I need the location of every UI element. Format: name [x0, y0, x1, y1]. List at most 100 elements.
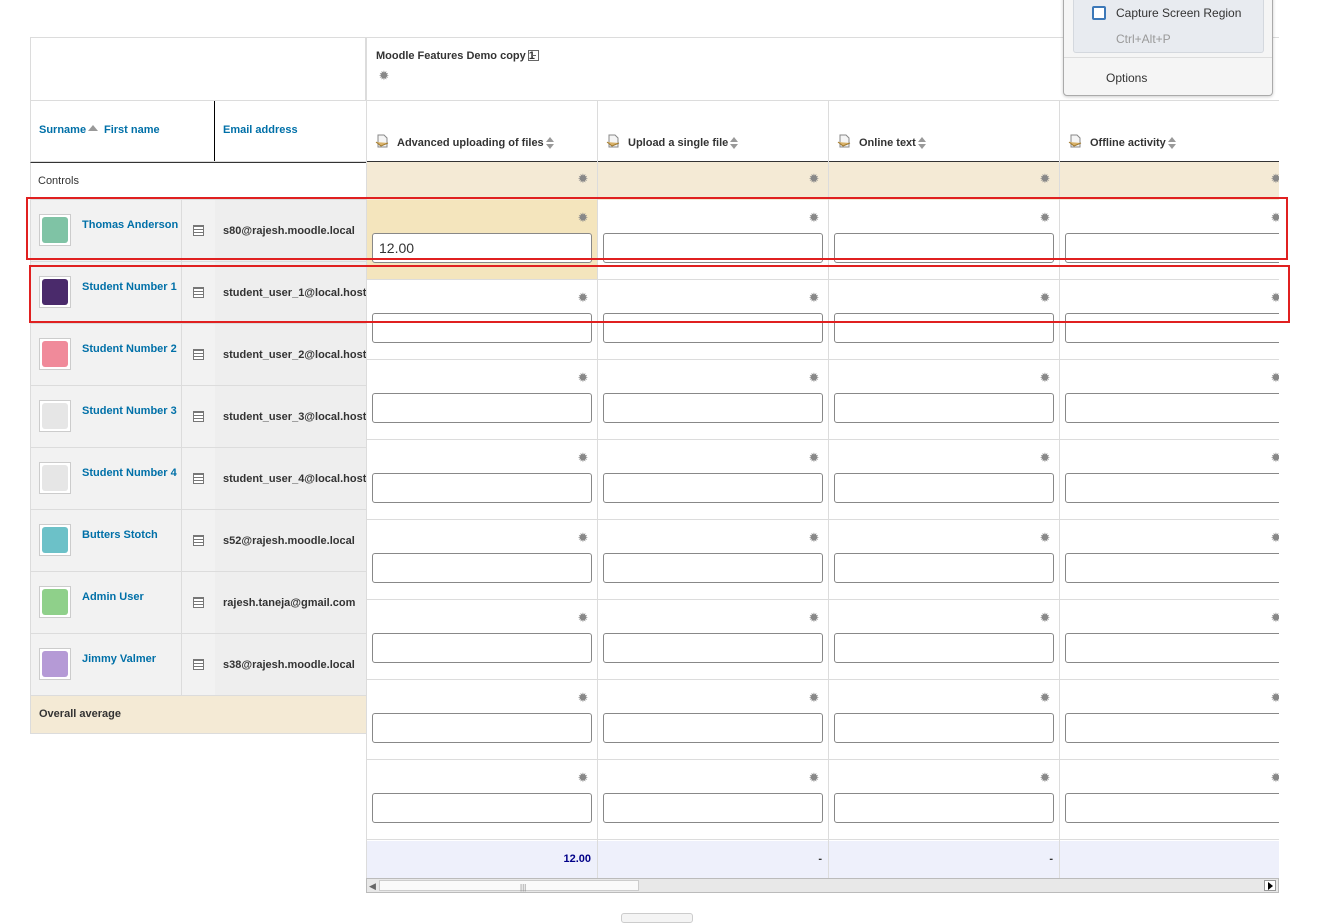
- gear-icon[interactable]: ✹: [808, 211, 820, 224]
- grade-input[interactable]: [834, 633, 1054, 663]
- gear-icon[interactable]: ✹: [808, 691, 820, 704]
- gear-icon[interactable]: ✹: [1270, 691, 1279, 704]
- grade-input[interactable]: [834, 553, 1054, 583]
- user-name-link[interactable]: Thomas Anderson: [82, 219, 178, 231]
- avatar[interactable]: [39, 524, 71, 556]
- gear-icon[interactable]: ✹: [1270, 771, 1279, 784]
- grade-input[interactable]: [1065, 713, 1279, 743]
- gear-icon[interactable]: ✹: [808, 531, 820, 544]
- scrollbar-thumb[interactable]: |||: [379, 880, 639, 892]
- gear-icon[interactable]: ✹: [577, 291, 589, 304]
- grade-input[interactable]: [603, 313, 823, 343]
- grade-input[interactable]: [834, 233, 1054, 263]
- gear-icon[interactable]: ✹: [808, 611, 820, 624]
- grade-input[interactable]: [372, 633, 592, 663]
- grade-input[interactable]: [834, 393, 1054, 423]
- gear-icon[interactable]: ✹: [577, 172, 589, 185]
- gear-icon[interactable]: ✹: [1039, 451, 1051, 464]
- gear-icon[interactable]: ✹: [577, 691, 589, 704]
- column-header-label[interactable]: Advanced uploading of files: [397, 137, 555, 150]
- grade-input[interactable]: [372, 233, 592, 263]
- grade-input[interactable]: [603, 633, 823, 663]
- avatar[interactable]: [39, 648, 71, 680]
- user-report-icon[interactable]: [193, 287, 204, 298]
- horizontal-scrollbar[interactable]: ◀ |||: [366, 878, 1279, 893]
- gear-icon[interactable]: ✹: [577, 211, 589, 224]
- grade-input[interactable]: [834, 713, 1054, 743]
- bottom-button[interactable]: [621, 913, 693, 923]
- grade-input[interactable]: [372, 313, 592, 343]
- user-name-link[interactable]: Jimmy Valmer: [82, 653, 156, 665]
- grade-input[interactable]: [1065, 313, 1279, 343]
- gear-icon[interactable]: ✹: [1270, 291, 1279, 304]
- column-header-label[interactable]: Offline activity: [1090, 137, 1177, 150]
- sort-icon[interactable]: [917, 137, 927, 150]
- grade-input[interactable]: [603, 393, 823, 423]
- gear-icon[interactable]: ✹: [378, 69, 390, 82]
- grade-input[interactable]: [372, 793, 592, 823]
- sort-surname-link[interactable]: Surname: [39, 124, 86, 136]
- user-name-link[interactable]: Butters Stotch: [82, 529, 158, 541]
- grade-input[interactable]: [834, 313, 1054, 343]
- gear-icon[interactable]: ✹: [1039, 771, 1051, 784]
- grade-input[interactable]: [603, 793, 823, 823]
- grade-input[interactable]: [372, 473, 592, 503]
- column-header-label[interactable]: Online text: [859, 137, 927, 150]
- gear-icon[interactable]: ✹: [1270, 531, 1279, 544]
- gear-icon[interactable]: ✹: [577, 531, 589, 544]
- sort-email-link[interactable]: Email address: [223, 124, 298, 136]
- gear-icon[interactable]: ✹: [1039, 531, 1051, 544]
- gear-icon[interactable]: ✹: [577, 371, 589, 384]
- gear-icon[interactable]: ✹: [808, 451, 820, 464]
- grade-input[interactable]: [834, 793, 1054, 823]
- gear-icon[interactable]: ✹: [1039, 291, 1051, 304]
- sort-icon[interactable]: [545, 137, 555, 150]
- gear-icon[interactable]: ✹: [808, 291, 820, 304]
- sort-icon[interactable]: [1167, 137, 1177, 150]
- avatar[interactable]: [39, 400, 71, 432]
- gear-icon[interactable]: ✹: [808, 172, 820, 185]
- user-name-link[interactable]: Student Number 4: [82, 467, 177, 479]
- gear-icon[interactable]: ✹: [808, 771, 820, 784]
- gear-icon[interactable]: ✹: [1270, 371, 1279, 384]
- gear-icon[interactable]: ✹: [808, 371, 820, 384]
- grade-input[interactable]: [372, 713, 592, 743]
- user-report-icon[interactable]: [193, 597, 204, 608]
- gear-icon[interactable]: ✹: [577, 611, 589, 624]
- gear-icon[interactable]: ✹: [1039, 172, 1051, 185]
- gear-icon[interactable]: ✹: [1039, 211, 1051, 224]
- avatar[interactable]: [39, 214, 71, 246]
- user-report-icon[interactable]: [193, 411, 204, 422]
- grade-input[interactable]: [603, 473, 823, 503]
- avatar[interactable]: [39, 462, 71, 494]
- avatar[interactable]: [39, 276, 71, 308]
- gear-icon[interactable]: ✹: [1039, 371, 1051, 384]
- scroll-right-icon[interactable]: [1264, 880, 1276, 891]
- gear-icon[interactable]: ✹: [1270, 211, 1279, 224]
- gear-icon[interactable]: ✹: [1270, 611, 1279, 624]
- checkbox-icon[interactable]: [1092, 6, 1106, 20]
- user-report-icon[interactable]: [193, 473, 204, 484]
- user-name-link[interactable]: Student Number 1: [82, 281, 177, 293]
- user-name-link[interactable]: Admin User: [82, 591, 144, 603]
- gear-icon[interactable]: ✹: [1270, 172, 1279, 185]
- options-menu-item[interactable]: Options: [1106, 71, 1147, 85]
- avatar[interactable]: [39, 338, 71, 370]
- grade-input[interactable]: [603, 233, 823, 263]
- sort-firstname-link[interactable]: First name: [104, 124, 160, 136]
- grade-input[interactable]: [1065, 553, 1279, 583]
- gear-icon[interactable]: ✹: [577, 451, 589, 464]
- grade-input[interactable]: [1065, 793, 1279, 823]
- sort-icon[interactable]: [730, 137, 739, 150]
- user-name-link[interactable]: Student Number 2: [82, 343, 177, 355]
- user-report-icon[interactable]: [193, 349, 204, 360]
- grade-input[interactable]: [1065, 393, 1279, 423]
- gear-icon[interactable]: ✹: [1039, 691, 1051, 704]
- gear-icon[interactable]: ✹: [1039, 611, 1051, 624]
- gear-icon[interactable]: ✹: [577, 771, 589, 784]
- user-report-icon[interactable]: [193, 535, 204, 546]
- grade-input[interactable]: [1065, 473, 1279, 503]
- user-report-icon[interactable]: [193, 659, 204, 670]
- grade-input[interactable]: [372, 553, 592, 583]
- capture-menu-item[interactable]: Capture Screen Region Ctrl+Alt+P: [1073, 0, 1264, 53]
